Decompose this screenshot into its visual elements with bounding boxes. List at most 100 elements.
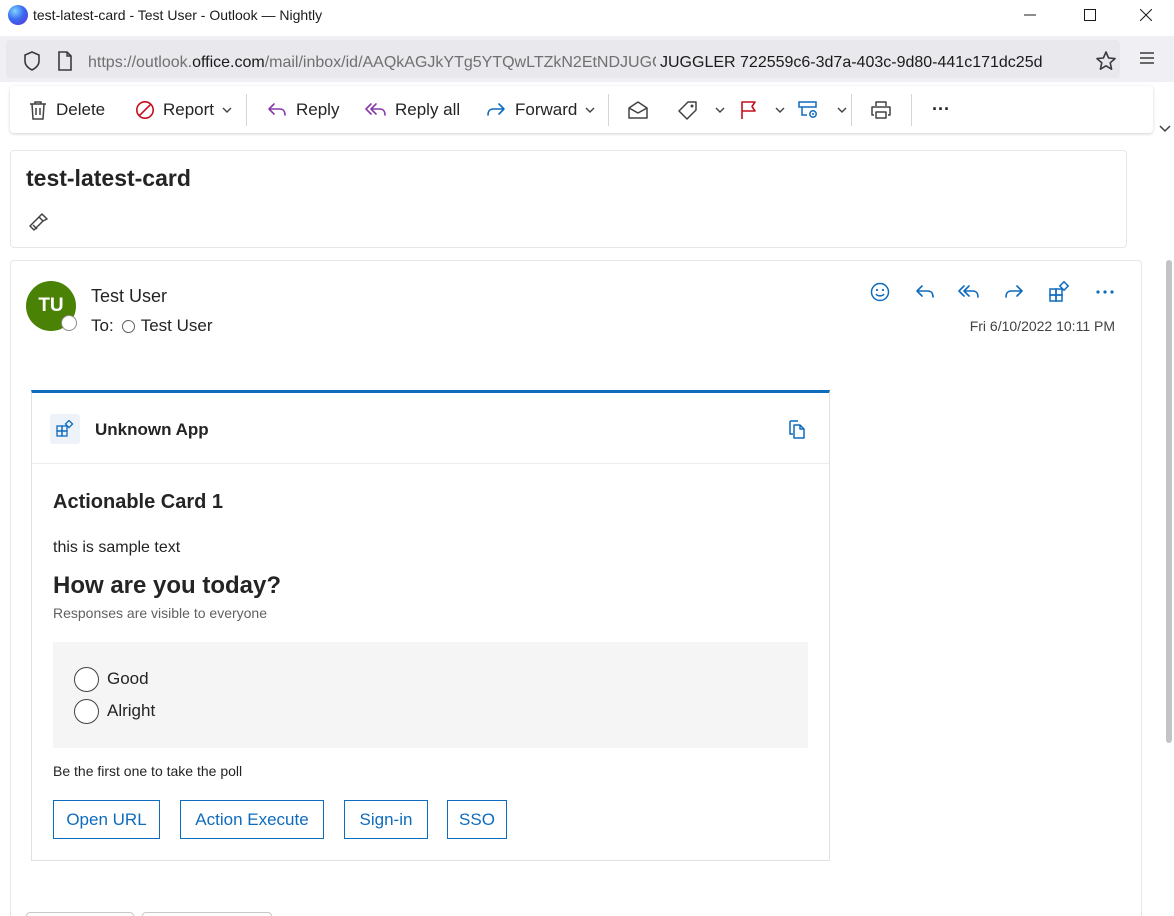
app-name: Unknown App — [95, 420, 209, 439]
page-info-icon[interactable] — [57, 51, 73, 71]
card-title: Actionable Card 1 — [53, 491, 224, 513]
radio-button[interactable] — [74, 666, 99, 692]
action-execute-button[interactable]: Action Execute — [180, 800, 324, 839]
recipient-name[interactable]: Test User — [141, 316, 213, 336]
chevron-down-icon[interactable] — [1158, 124, 1172, 134]
message-card: TU Test User To: Test User Fri 6/10/2022… — [10, 260, 1142, 916]
close-window-button[interactable] — [1118, 0, 1174, 30]
report-label: Report — [163, 99, 215, 119]
radio-button[interactable] — [74, 698, 99, 724]
bottom-forward-tab[interactable] — [142, 912, 272, 916]
apps-icon[interactable] — [1048, 279, 1070, 305]
url-domain: office.com — [192, 54, 265, 71]
choice-alright[interactable]: Alright — [74, 698, 155, 724]
shield-icon[interactable] — [23, 51, 41, 71]
forward-arrow-icon — [487, 102, 505, 116]
url-prefix: https://outlook. — [88, 54, 193, 71]
adaptive-card: Unknown App Actionable Card 1 this is sa… — [31, 390, 830, 861]
report-button[interactable]: Report — [135, 86, 232, 133]
minimize-button[interactable] — [1002, 0, 1058, 30]
sender-name[interactable]: Test User — [91, 286, 167, 307]
nightly-browser-icon — [8, 5, 28, 25]
choice-good[interactable]: Good — [74, 666, 149, 692]
sso-button[interactable]: SSO — [447, 800, 507, 839]
bookmark-star-icon[interactable] — [1095, 50, 1117, 72]
reply-arrow-icon — [268, 102, 286, 116]
presence-status-icon — [61, 315, 77, 331]
app-badge — [50, 414, 80, 444]
forward-label: Forward — [515, 99, 578, 119]
poll-question: How are you today? — [53, 572, 282, 599]
recipients-row: To: Test User — [91, 316, 212, 336]
bottom-reply-tab[interactable] — [26, 912, 134, 916]
report-block-icon — [136, 100, 154, 119]
delete-label: Delete — [56, 99, 106, 119]
reply-all-arrow-icon — [365, 102, 386, 116]
reply-all-label: Reply all — [395, 99, 461, 119]
more-actions-button[interactable]: ··· — [932, 86, 950, 133]
emoji-react-icon[interactable] — [869, 279, 891, 305]
envelope-open-icon — [628, 100, 648, 119]
delete-button[interactable]: Delete — [28, 86, 105, 133]
hamburger-menu-icon[interactable] — [1137, 48, 1157, 68]
vertical-scrollbar[interactable] — [1166, 260, 1172, 743]
immersive-reader-brush-icon[interactable] — [28, 213, 48, 233]
reply-all-arrow-icon[interactable] — [958, 279, 980, 305]
print-button[interactable] — [870, 86, 900, 133]
open-url-button[interactable]: Open URL — [53, 800, 160, 839]
message-toolbar: Delete Report Reply Reply all Forward ··… — [10, 86, 1153, 133]
reply-arrow-icon[interactable] — [914, 279, 936, 305]
chevron-down-icon[interactable] — [585, 106, 595, 114]
card-header: Unknown App — [32, 393, 829, 464]
maximize-icon — [1084, 9, 1096, 21]
chevron-down-icon[interactable] — [222, 106, 232, 114]
choice-label: Alright — [107, 701, 156, 720]
flag-icon — [741, 100, 756, 119]
more-options-icon[interactable] — [1094, 279, 1116, 305]
toolbar-divider — [911, 94, 912, 126]
subject-title: test-latest-card — [26, 165, 191, 191]
chevron-down-icon[interactable] — [715, 106, 725, 114]
close-icon — [1140, 9, 1152, 21]
maximize-button[interactable] — [1062, 0, 1118, 30]
more-dots-icon: ··· — [932, 99, 950, 119]
sign-in-button[interactable]: Sign-in — [344, 800, 428, 839]
minimize-icon — [1024, 14, 1036, 16]
tag-icon — [678, 100, 697, 120]
poll-choices: Good Alright — [53, 642, 808, 748]
app-grid-icon — [56, 420, 74, 437]
recipient-presence-icon — [121, 319, 135, 333]
toolbar-divider — [851, 94, 852, 126]
chevron-down-icon[interactable] — [775, 106, 785, 114]
chevron-down-icon[interactable] — [837, 106, 847, 114]
poll-subtitle: Responses are visible to everyone — [53, 605, 268, 621]
reply-label: Reply — [296, 99, 340, 119]
reply-button[interactable]: Reply — [266, 86, 339, 133]
toolbar-divider — [608, 94, 609, 126]
window-title: test-latest-card - Test User - Outlook —… — [33, 7, 323, 23]
reply-all-button[interactable]: Reply all — [365, 86, 460, 133]
choice-label: Good — [107, 669, 149, 688]
url-text[interactable]: https://outlook.office.com/mail/inbox/id… — [88, 54, 656, 72]
card-text: this is sample text — [53, 539, 181, 556]
poll-footer: Be the first one to take the poll — [53, 763, 243, 779]
juggler-id-text: JUGGLER 722559c6-3d7a-403c-9d80-441c171d… — [660, 54, 1043, 71]
printer-icon — [871, 100, 891, 119]
rules-settings-icon — [798, 100, 817, 118]
categorize-button[interactable] — [677, 86, 725, 133]
copy-icon[interactable] — [787, 418, 807, 440]
mark-read-button[interactable] — [627, 86, 657, 133]
to-label: To: — [91, 316, 114, 335]
rules-button[interactable] — [797, 86, 847, 133]
flag-button[interactable] — [739, 86, 785, 133]
browser-navbar: https://outlook.office.com/mail/inbox/id… — [0, 36, 1174, 82]
forward-arrow-icon[interactable] — [1003, 279, 1025, 305]
url-path: /mail/inbox/id/AAQkAGJkYTg5YTQwLTZkN2EtN… — [264, 54, 656, 71]
window-titlebar: test-latest-card - Test User - Outlook —… — [0, 0, 1174, 30]
forward-button[interactable]: Forward — [485, 86, 595, 133]
message-date: Fri 6/10/2022 10:11 PM — [969, 318, 1115, 334]
subject-card: test-latest-card — [10, 150, 1127, 248]
address-bar[interactable]: https://outlook.office.com/mail/inbox/id… — [6, 40, 1120, 78]
trash-icon — [30, 100, 46, 120]
toolbar-divider — [246, 94, 247, 126]
